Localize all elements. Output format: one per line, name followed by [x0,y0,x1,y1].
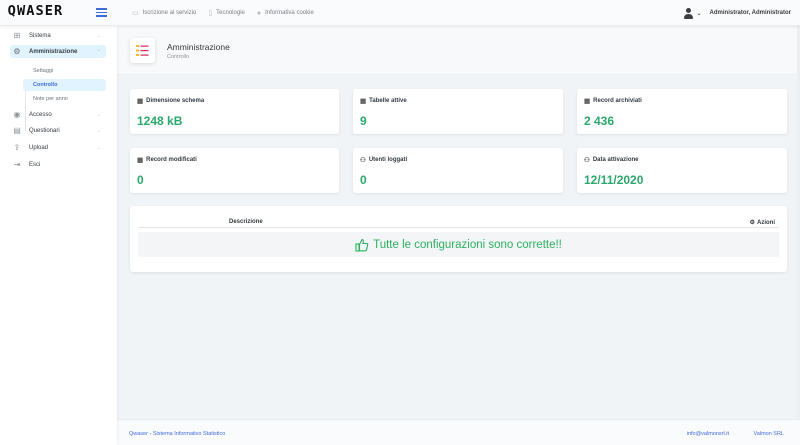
accessibility-icon: ◉ [13,110,21,119]
controls-table-card: Descrizione ⚙ Azioni Tutte le configurazi… [130,206,787,272]
sidebar-item-label: Esci [29,161,41,168]
sidebar-item-amministrazione[interactable]: ⚙ Amministrazione ⌃ [10,45,106,58]
page-subtitle: Controllo [167,54,190,60]
table-icon: ▦ [584,98,591,105]
hamburger-menu-icon[interactable] [96,8,107,17]
stat-card-data-attivazione: ⚇ Data attivazione 12/11/2020 [577,148,787,193]
sidebar-item-questionari[interactable]: ▤ Questionari ⌄ [10,124,106,137]
cogs-icon: ⚙ [749,220,755,226]
stat-card-tabelle-attive: ▦ Tabelle attive 9 [353,89,563,134]
sidebar-subitem-controllo[interactable]: Controllo [23,79,106,91]
sidebar-item-esci[interactable]: ⇥ Esci [10,158,106,171]
chevron-down-icon: ⌄ [96,144,101,151]
chevron-up-icon: ⌃ [96,48,101,55]
thumbs-up-icon [355,238,369,252]
chevron-down-icon: ⌄ [96,111,101,118]
monitor-icon: ▭ [132,10,139,17]
sidebar-item-label: Questionari [29,127,60,134]
user-name: Administrator, Administrator [709,10,791,16]
stat-card-value: 2 436 [584,114,615,128]
document-icon: ▯ [208,10,213,17]
stat-card-title: Utenti loggati [368,157,408,163]
ok-message: Tutte le configurazioni sono corrette!! [373,238,562,251]
table-header: Descrizione ⚙ Azioni [138,211,779,228]
clipboard-icon: ▤ [13,126,21,135]
sidebar-item-upload[interactable]: ⇪ Upload ⌄ [10,141,106,154]
user-avatar-icon [683,7,694,19]
stat-card-value: 1248 kB [137,114,183,128]
top-nav: ▭ Iscrizione al servizio ▯ Tecnologie ● Inf… [132,0,314,26]
footer-app-link[interactable]: Qwaser - Sistema Informativo Statistico [129,431,225,437]
users-icon: ⚇ [584,157,590,164]
top-nav-item-iscrizione[interactable]: ▭ Iscrizione al servizio [132,9,196,17]
top-bar: QWASER ▭ Iscrizione al servizio ▯ Tecnolog… [0,0,800,26]
footer-company-link[interactable]: Valmon SRL [754,431,784,437]
stat-card-value: 0 [137,173,144,187]
sitemap-icon: ⊞ [13,31,21,40]
stat-card-value: 0 [360,173,367,187]
sidebar-item-sistema[interactable]: ⊞ Sistema ⌄ [10,29,106,42]
top-nav-item-tecnologie[interactable]: ▯ Tecnologie [208,9,245,17]
sidebar-item-label: Amministrazione [29,48,78,55]
sidebar-item-label: Sistema [29,32,51,39]
stat-card-record-archiviati: ▦ Record archiviati 2 436 [577,89,787,134]
table-icon: ▦ [137,98,144,105]
top-nav-item-cookie[interactable]: ● Informativa cookie [257,10,314,17]
sidebar-subitem-settaggi[interactable]: Settaggi [23,65,106,77]
column-header-azioni-label: Azioni [757,219,775,226]
column-header-descrizione: Descrizione [229,219,263,225]
sidebar-item-accesso[interactable]: ◉ Accesso ⌄ [10,108,106,121]
column-header-azioni: ⚙ Azioni [749,219,775,227]
stat-card-value: 12/11/2020 [584,173,644,187]
sidebar-item-label: Upload [29,144,49,151]
users-cog-icon: ⚙ [13,47,21,56]
sidebar-item-label: Accesso [29,111,52,118]
stat-card-dimensione-schema: ▦ Dimensione schema 1248 kB [130,89,339,134]
stat-card-title: Tabelle attive [369,98,407,104]
stat-card-utenti-loggati: ⚇ Utenti loggati 0 [353,148,563,193]
chevron-down-icon: ⌄ [96,127,101,134]
stat-card-title: Data attivazione [592,157,639,163]
top-nav-label: Tecnologie [216,10,245,16]
table-icon: ▦ [137,157,144,164]
table-icon: ▦ [360,98,367,105]
top-nav-label: Iscrizione al servizio [142,10,197,16]
table-row-ok-message: Tutte le configurazioni sono corrette!! [138,232,779,257]
top-nav-label: Informativa cookie [265,10,314,16]
sidebar: ⊞ Sistema ⌄ ⚙ Amministrazione ⌃ Settaggi… [0,26,117,445]
stat-card-title: Record modificati [146,157,197,163]
footer: Qwaser - Sistema Informativo Statistico … [117,419,800,445]
chevron-down-icon: ⌄ [96,32,101,39]
stat-card-title: Record archiviati [593,98,642,104]
chevron-down-icon: ⌄ [696,10,702,17]
checklist-icon [130,38,155,63]
stat-card-record-modificati: ▦ Record modificati 0 [130,148,339,193]
sidebar-subitem-note-per-anno[interactable]: Note per anno [23,93,106,105]
footer-email-link[interactable]: info@valmonsrl.it [687,431,729,437]
app-logo[interactable]: QWASER [8,4,64,19]
user-menu[interactable]: ⌄ Administrator, Administrator [683,0,791,26]
exit-icon: ⇥ [13,160,21,169]
page-title: Amministrazione [167,42,230,52]
users-icon: ⚇ [360,157,366,164]
page-header: Amministrazione Controllo [117,26,800,75]
upload-icon: ⇪ [13,143,21,152]
cookie-icon: ● [256,9,262,17]
stat-card-title: Dimensione schema [146,98,205,104]
stat-card-value: 9 [360,114,367,128]
